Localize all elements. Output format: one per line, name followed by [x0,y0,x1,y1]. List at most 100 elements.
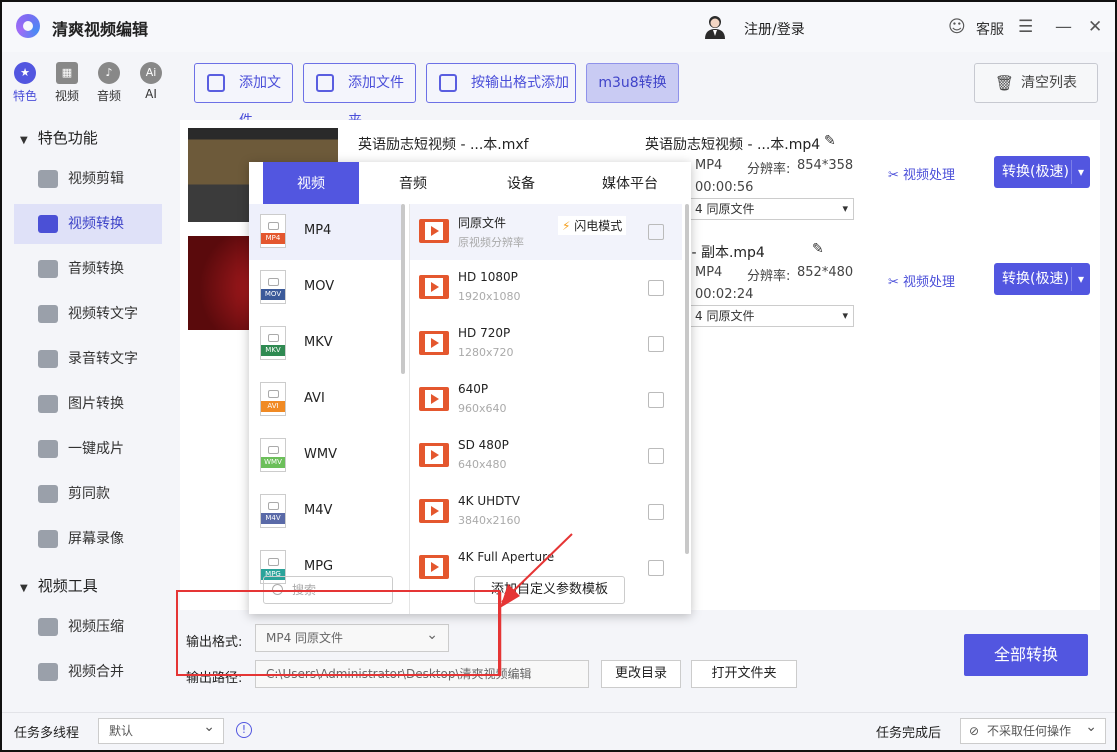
menu-icon[interactable]: ☰ [1018,17,1033,37]
caret-down-icon: ▼ [20,583,28,594]
section-special-features[interactable]: ▼ 特色功能 [20,127,98,148]
convert-all-button[interactable]: 全部转换 [964,634,1088,676]
preset-option[interactable]: HD 1080P 1920x1080 [410,260,682,316]
edit-icon[interactable] [648,448,664,464]
format-picker-popup: 视频 音频 设备 媒体平台 MP4 MP4 MOV MOV MKV MKV AVI AV… [249,162,691,614]
info-icon[interactable]: ! [236,722,252,738]
duration: 00:00:56 [695,180,754,195]
support-icon[interactable]: ☺ [948,17,966,37]
close-icon[interactable]: ✕ [1088,17,1102,37]
after-task-select[interactable]: ⊘ 不采取任何操作 [960,715,1106,744]
film-icon [419,275,449,299]
format-list-scrollbar[interactable] [401,204,405,374]
record-icon [38,530,58,548]
login-link[interactable]: 注册/登录 [744,19,805,39]
output-path-field[interactable]: C:\Users\Administrator\Desktop\清爽视频编辑 [255,660,589,688]
minimize-icon[interactable]: — [1055,17,1072,37]
clear-list-button[interactable]: 🗑 清空列表 [974,63,1098,103]
preset-select[interactable]: 4 同原文件 [690,305,854,327]
sidebar-item-merge[interactable]: 视频合并 [14,652,162,692]
sidebar-item-audio-convert[interactable]: 音频转换 [14,249,162,289]
support-link[interactable]: 客服 [976,19,1004,39]
compress-icon [38,618,58,636]
waveform-icon [38,350,58,368]
sidebar-item-image-convert[interactable]: 图片转换 [14,384,162,424]
edit-icon[interactable] [648,504,664,520]
sidebar-item-audio-to-text[interactable]: 录音转文字 [14,339,162,379]
preset-list-scrollbar[interactable] [685,204,689,554]
add-format-icon [439,74,457,92]
film-icon [419,443,449,467]
sidebar-item-video-to-text[interactable]: 视频转文字 [14,294,162,334]
format-search-input[interactable]: 搜索 [263,576,393,604]
topcat-audio[interactable]: ♪ 音频 [94,62,124,104]
convert-fast-button[interactable]: 转换(极速) [994,263,1090,295]
film-icon [419,331,449,355]
rename-pencil-icon[interactable]: ✎ [812,241,824,257]
after-task-label: 任务完成后 [876,726,942,741]
preset-option[interactable]: 640P 960x640 [410,372,682,428]
add-by-format-button[interactable]: 按输出格式添加 [426,63,576,103]
topcat-video[interactable]: ▦ 视频 [52,62,82,104]
format-item-wmv[interactable]: WMV WMV [249,428,401,484]
tab-audio[interactable]: 音频 [363,162,463,204]
app-title: 清爽视频编辑 [52,20,149,39]
section-video-tools[interactable]: ▼ 视频工具 [20,575,98,596]
format-item-avi[interactable]: AVI AVI [249,372,401,428]
add-folder-icon [316,74,334,92]
film-icon [419,555,449,579]
change-dir-button[interactable]: 更改目录 [601,660,681,688]
prohibit-icon: ⊘ [969,724,980,738]
edit-icon[interactable] [648,560,664,576]
edit-icon[interactable] [648,280,664,296]
sidebar-item-template[interactable]: 剪同款 [14,474,162,514]
sidebar-item-video-edit[interactable]: 视频剪辑 [14,159,162,199]
merge-icon [38,663,58,681]
multithread-select[interactable]: 默认 [98,715,224,744]
topcat-ai[interactable]: Ai AI [136,62,166,101]
convert-fast-button[interactable]: 转换(极速) [994,156,1090,188]
tab-device[interactable]: 设备 [471,162,571,204]
sidebar-item-video-convert[interactable]: 视频转换 [14,204,162,244]
duration: 00:02:24 [695,287,754,302]
user-avatar-icon[interactable] [704,15,726,39]
format-item-mov[interactable]: MOV MOV [249,260,401,316]
tab-media-platform[interactable]: 媒体平台 [577,162,683,204]
title-bar: 清爽视频编辑 注册/登录 ☺ 客服 ☰ — ✕ [2,2,1115,52]
video-process-link[interactable]: ✂ 视频处理 [888,271,955,290]
m3u8-convert-button[interactable]: m3u8转换 [586,63,679,103]
video-convert-icon [38,215,58,233]
output-format: MP4 [695,265,723,280]
open-folder-button[interactable]: 打开文件夹 [691,660,797,688]
output-format-select[interactable]: MP4 同原文件 [255,622,449,652]
output-settings: 输出格式: MP4 同原文件 输出路径: C:\Users\Administra… [180,616,1115,712]
preset-select[interactable]: 4 同原文件 [690,198,854,220]
resolution-label: 分辨率: [747,269,791,284]
edit-icon[interactable] [648,392,664,408]
film-icon [419,499,449,523]
preset-option[interactable]: SD 480P 640x480 [410,428,682,484]
format-item-m4v[interactable]: M4V M4V [249,484,401,540]
tab-video[interactable]: 视频 [263,162,359,204]
edit-icon[interactable] [648,224,664,240]
format-list: MP4 MP4 MOV MOV MKV MKV AVI AVI WMV WMV M4V M4… [249,204,407,614]
preset-list: 同原文件 原视频分辨率 ⚡ 闪电模式 HD 1080P 1920x1080 HD 72… [409,204,684,614]
sidebar-item-compress[interactable]: 视频压缩 [14,607,162,647]
video-process-link[interactable]: ✂ 视频处理 [888,164,955,183]
add-folder-button[interactable]: 添加文件夹 [303,63,416,129]
format-item-mp4[interactable]: MP4 MP4 [249,204,401,260]
preset-option[interactable]: HD 720P 1280x720 [410,316,682,372]
rename-pencil-icon[interactable]: ✎ [824,133,836,149]
film-icon: ▦ [56,62,78,84]
sidebar-item-screen-record[interactable]: 屏幕录像 [14,519,162,559]
preset-option[interactable]: 4K UHDTV 3840x2160 [410,484,682,540]
output-file-name[interactable]: 英语励志短视频 - ...本.mp4 [645,134,820,154]
add-file-button[interactable]: 添加文件 [194,63,293,129]
edit-icon[interactable] [648,336,664,352]
output-format-label: 输出格式: [186,635,243,650]
add-custom-template-button[interactable]: 添加自定义参数模板 [474,576,625,604]
preset-option[interactable]: 同原文件 原视频分辨率 ⚡ 闪电模式 [410,204,682,260]
topcat-special[interactable]: ★ 特色 [10,62,40,104]
format-item-mkv[interactable]: MKV MKV [249,316,401,372]
sidebar-item-one-click[interactable]: 一键成片 [14,429,162,469]
